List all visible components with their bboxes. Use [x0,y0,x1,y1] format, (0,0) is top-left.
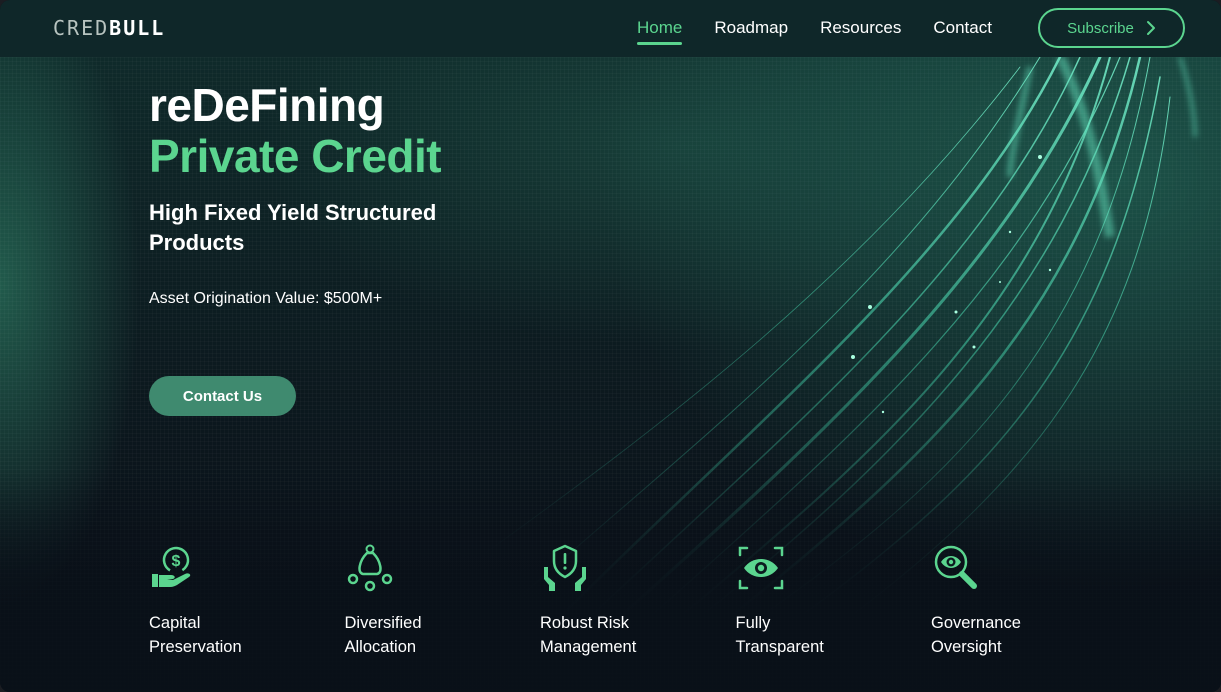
page-frame: CREDBULL Home Roadmap Resources Contact … [0,0,1221,692]
hero-title-line2: Private Credit [149,130,442,182]
features-row: $ Capital Preservation Diversified Alloc… [149,543,1127,659]
chevron-right-icon [1146,21,1155,35]
eye-scan-icon [738,546,783,590]
feature-label-line1: Fully [735,614,771,632]
feature-label-line2: Preservation [149,638,242,656]
feature-capital-preservation: $ Capital Preservation [149,543,345,659]
money-bag-allocation-icon [347,544,392,592]
subscribe-label: Subscribe [1067,19,1134,37]
feature-diversified-allocation: Diversified Allocation [345,543,541,659]
feature-label-line2: Transparent [735,638,824,656]
shield-hands-icon [544,544,586,591]
feature-label-line1: Diversified [344,614,422,632]
main-nav: Home Roadmap Resources Contact [637,0,1024,57]
logo-text-bull: BULL [109,16,166,40]
asset-origination-value: Asset Origination Value: $500M+ [149,290,383,307]
nav-contact[interactable]: Contact [933,0,992,57]
feature-governance-oversight: Governance Oversight [931,543,1127,659]
top-nav-bar: CREDBULL Home Roadmap Resources Contact … [0,0,1221,57]
nav-home[interactable]: Home [637,0,683,57]
feature-robust-risk-management: Robust Risk Management [540,543,736,659]
magnifier-eye-icon [934,545,977,589]
nav-roadmap[interactable]: Roadmap [714,0,788,57]
hero-title-line1: reDeFining [149,79,385,131]
hero-subtitle: High Fixed Yield Structured Products [149,200,437,255]
hand-dollar-icon: $ [152,546,191,587]
subscribe-button[interactable]: Subscribe [1038,8,1185,48]
feature-label-line2: Management [540,638,637,656]
credbull-logo[interactable]: CREDBULL [53,16,165,40]
svg-text:$: $ [172,553,181,570]
feature-label-line1: Governance [931,614,1021,632]
contact-us-button[interactable]: Contact Us [149,376,296,416]
feature-label-line1: Robust Risk [540,614,629,632]
feature-label-line2: Oversight [931,638,1002,656]
feature-label-line1: Capital [149,614,201,632]
feature-fully-transparent: Fully Transparent [736,543,932,659]
logo-text-cred: CRED [53,16,110,40]
hero-heading-block: reDeFining Private Credit High Fixed Yie… [149,80,469,258]
feature-label-line2: Allocation [344,638,417,656]
nav-resources[interactable]: Resources [820,0,901,57]
